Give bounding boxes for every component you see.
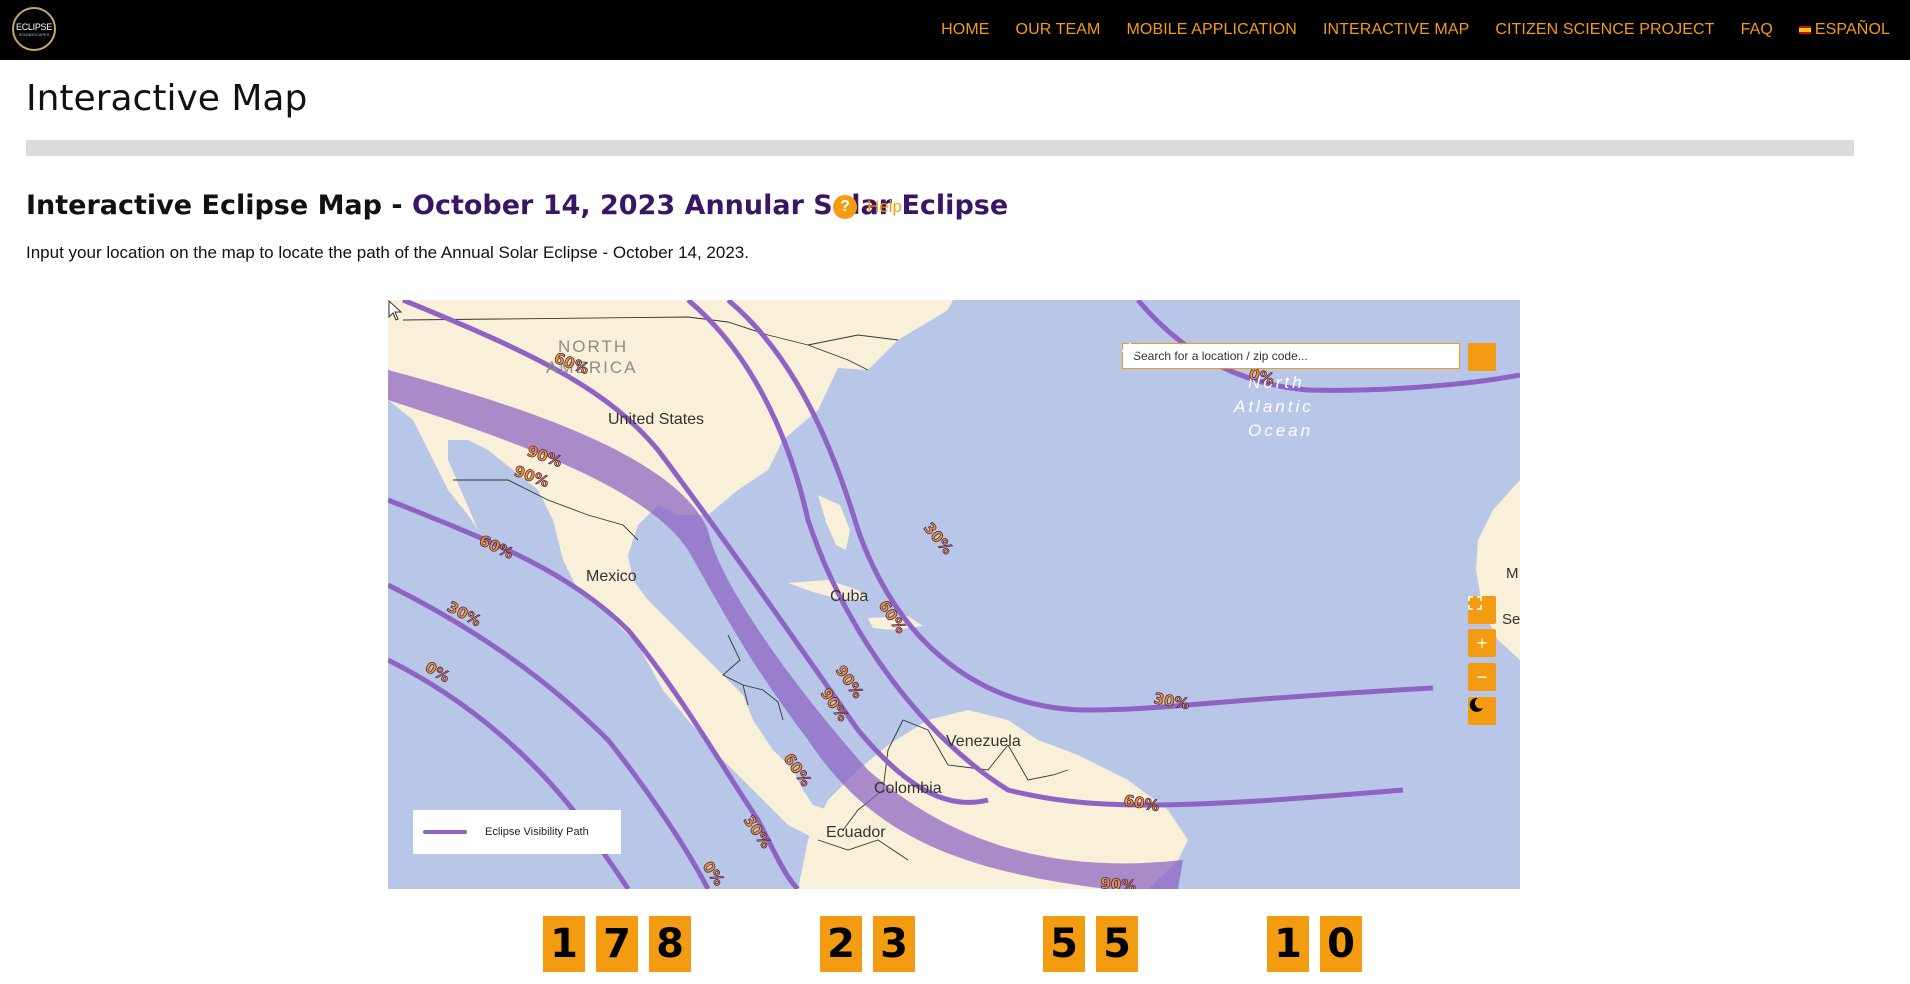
logo-subtext: SOUNDSCAPES [18, 31, 50, 37]
label-mali: M [1506, 565, 1519, 582]
question-icon: ? [833, 195, 857, 219]
nav-mobile-application[interactable]: MOBILE APPLICATION [1127, 21, 1297, 39]
countdown-digit: 8 [649, 916, 691, 972]
navbar: ECLIPSE SOUNDSCAPES HOME OUR TEAM MOBILE… [0, 0, 1910, 60]
percent-label: 60% [476, 531, 516, 562]
label-senegal: Seneg [1502, 611, 1520, 628]
map-legend: Eclipse Visibility Path [413, 810, 621, 854]
crosshair-icon [1122, 343, 1138, 359]
spain-flag-icon [1798, 26, 1811, 34]
nav-our-team[interactable]: OUR TEAM [1016, 21, 1101, 39]
nav-citizen-science[interactable]: CITIZEN SCIENCE PROJECT [1495, 21, 1714, 39]
section-title-date: October 14, 2023 Annular Solar Eclipse [412, 190, 1009, 221]
legend-label: Eclipse Visibility Path [485, 826, 589, 838]
dark-mode-button[interactable] [1468, 697, 1496, 725]
fullscreen-button[interactable] [1468, 596, 1496, 624]
label-colombia: Colombia [874, 780, 942, 797]
label-mexico: Mexico [586, 568, 637, 585]
label-ocean-2: Atlantic [1233, 397, 1314, 416]
mouse-cursor-icon [388, 300, 403, 321]
nav-home[interactable]: HOME [941, 21, 989, 39]
percent-label: 30% [920, 519, 957, 558]
help-label: Help [867, 197, 902, 216]
countdown-digit: 1 [1267, 916, 1309, 972]
label-cuba: Cuba [830, 588, 868, 605]
fullscreen-icon [1468, 596, 1482, 610]
map-description: Input your location on the map to locate… [26, 243, 749, 262]
countdown-digit: 3 [873, 916, 915, 972]
percent-label: 90% [1100, 874, 1137, 889]
site-logo[interactable]: ECLIPSE SOUNDSCAPES [12, 7, 56, 51]
path-0-west [388, 657, 631, 889]
page-title: Interactive Map [26, 78, 308, 119]
land-florida [818, 495, 850, 550]
divider [26, 140, 1854, 156]
countdown: 1 7 8 2 3 5 5 1 0 [0, 916, 1910, 972]
nav-interactive-map[interactable]: INTERACTIVE MAP [1323, 21, 1469, 39]
countdown-digit: 5 [1043, 916, 1085, 972]
label-ocean-3: Ocean [1248, 421, 1313, 440]
label-united-states: United States [608, 411, 704, 428]
countdown-digit: 5 [1096, 916, 1138, 972]
nav-faq[interactable]: FAQ [1741, 21, 1773, 39]
legend-line-swatch [423, 830, 467, 834]
moon-icon [1469, 697, 1483, 712]
label-venezuela: Venezuela [946, 733, 1021, 750]
section-title-prefix: Interactive Eclipse Map - [26, 190, 412, 221]
main-nav: HOME OUR TEAM MOBILE APPLICATION INTERAC… [941, 0, 1890, 60]
countdown-digit: 7 [596, 916, 638, 972]
label-ecuador: Ecuador [826, 824, 886, 841]
eclipse-map[interactable]: NORTH AMERICA United States Mexico Cuba … [388, 300, 1520, 889]
countdown-digit: 2 [820, 916, 862, 972]
countdown-digit: 0 [1320, 916, 1362, 972]
countdown-digit: 1 [543, 916, 585, 972]
zoom-in-button[interactable]: + [1468, 629, 1496, 657]
locate-me-button[interactable] [1122, 343, 1496, 371]
help-button[interactable]: ? Help [833, 195, 902, 219]
search-bar [1122, 343, 1496, 371]
location-search-input[interactable] [1122, 343, 1460, 369]
map-canvas[interactable]: NORTH AMERICA United States Mexico Cuba … [388, 300, 1520, 889]
logo-text: ECLIPSE [16, 21, 52, 32]
zoom-out-button[interactable]: − [1468, 663, 1496, 691]
nav-language-label: ESPAÑOL [1814, 21, 1890, 38]
nav-language[interactable]: ESPAÑOL [1798, 21, 1890, 39]
